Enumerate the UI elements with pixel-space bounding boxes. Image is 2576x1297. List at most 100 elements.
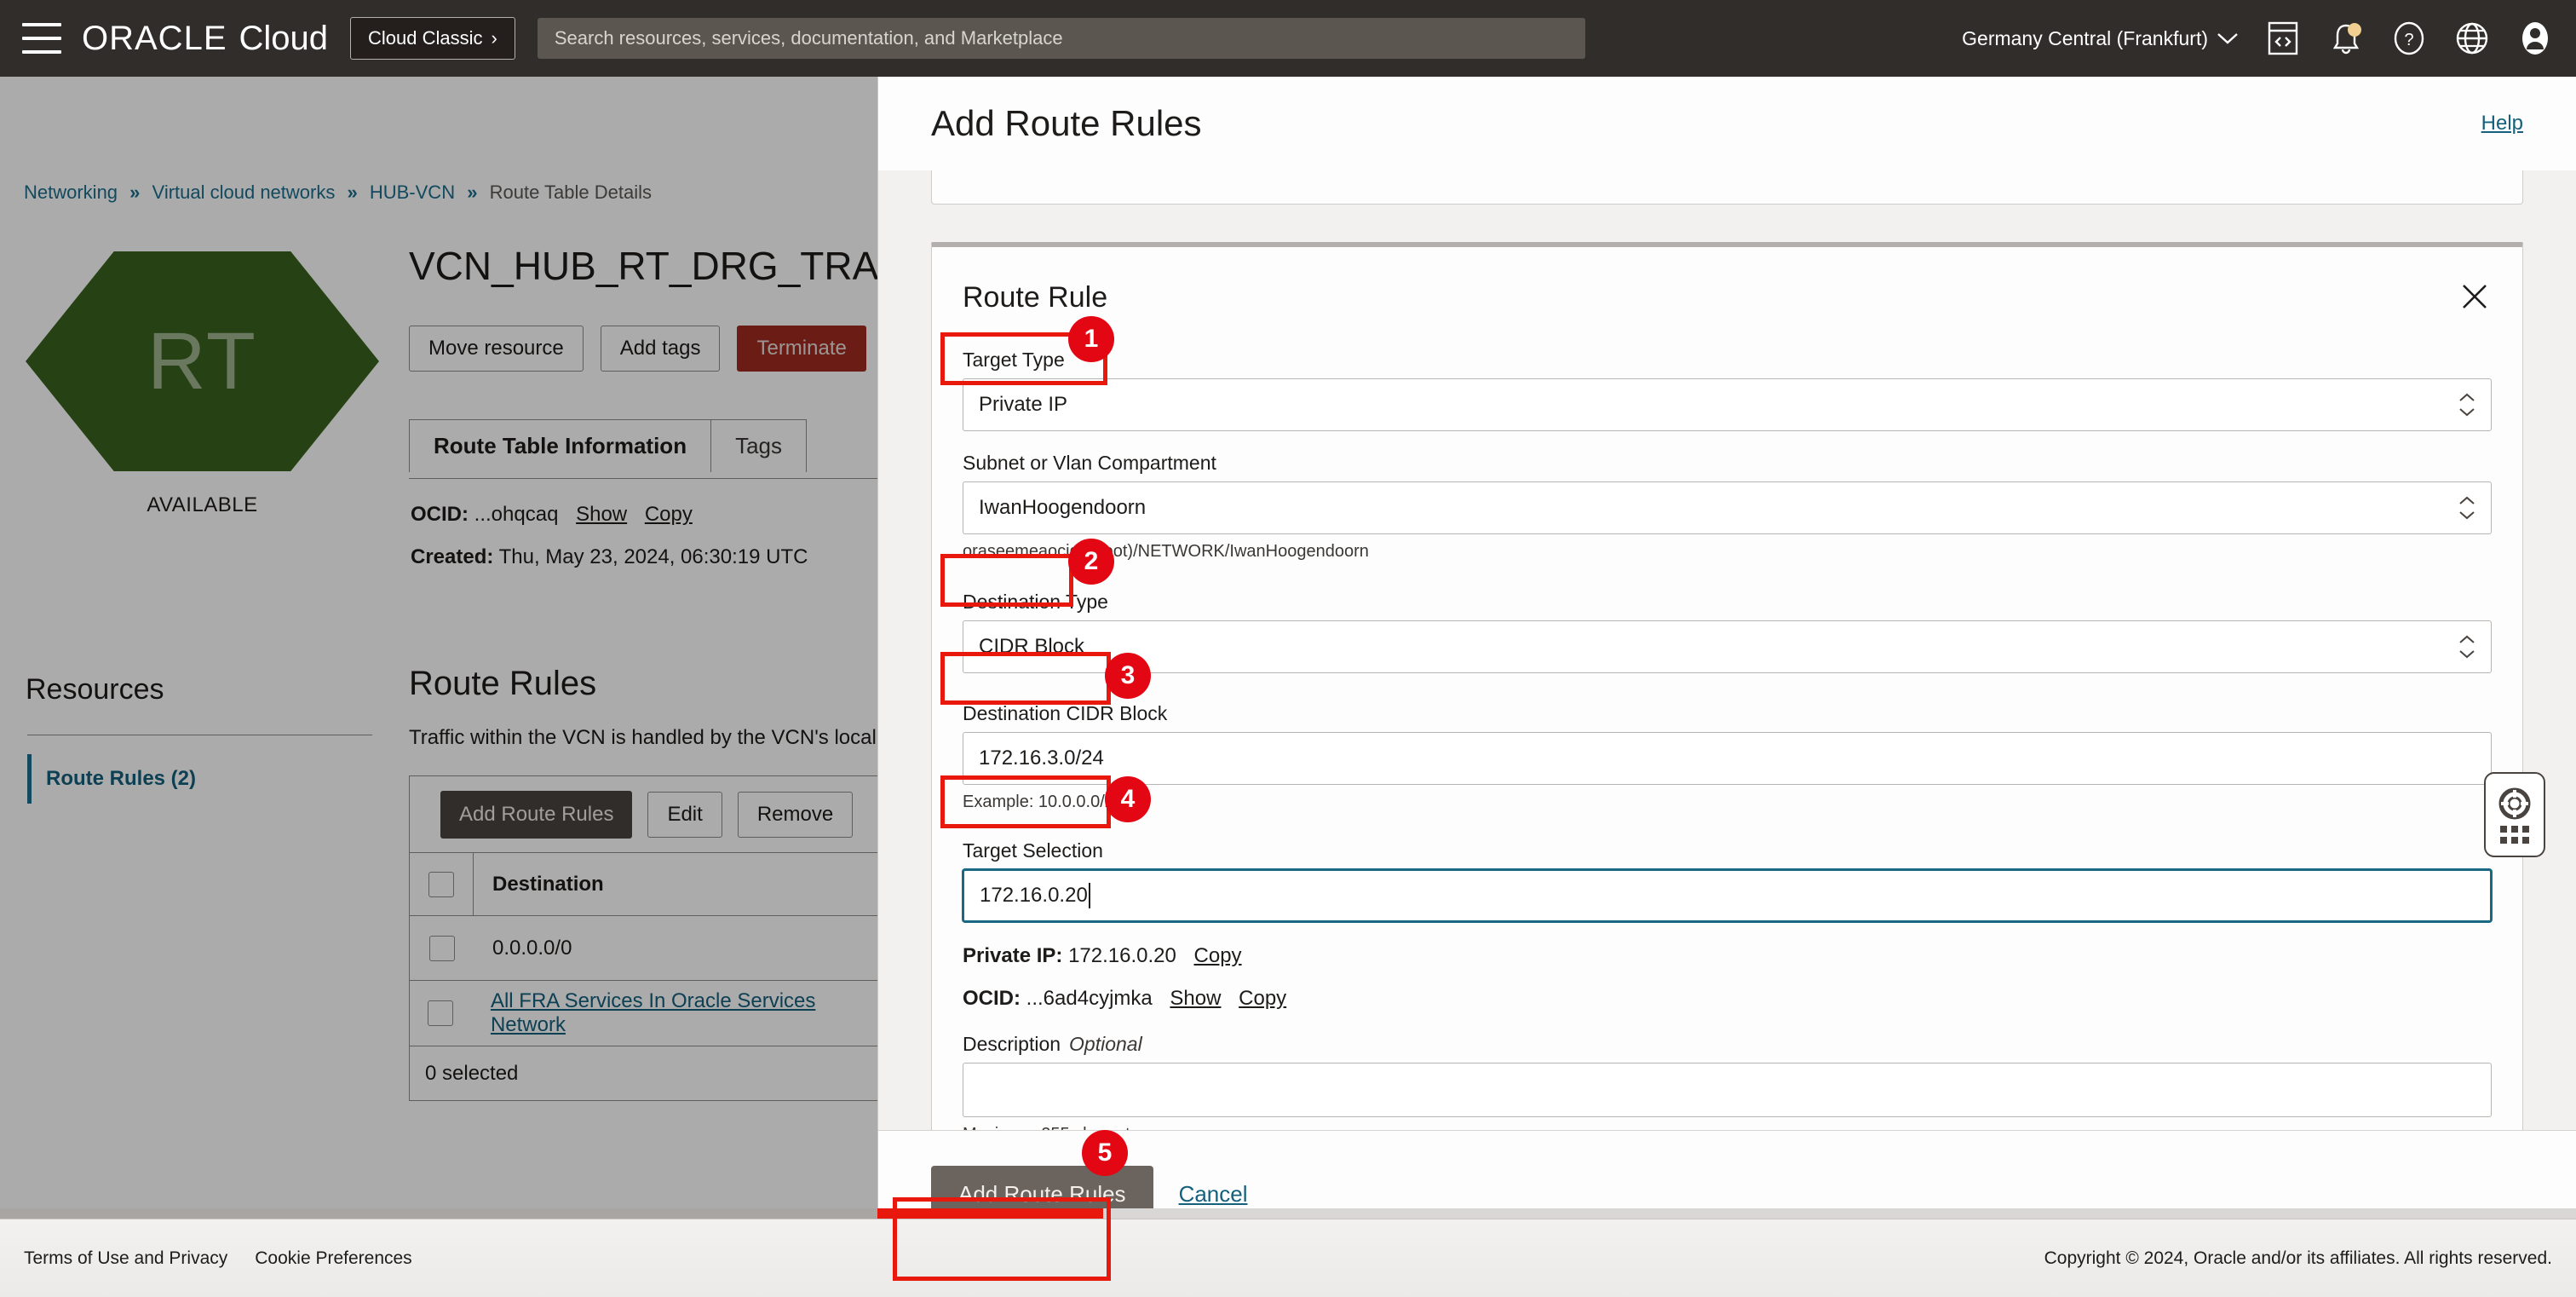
private-ip-value: 172.16.0.20 xyxy=(1068,944,1176,967)
private-ip-label: Private IP: xyxy=(963,944,1063,967)
cell-destination: 0.0.0.0/0 xyxy=(492,936,572,960)
created-value: Thu, May 23, 2024, 06:30:19 UTC xyxy=(498,545,808,568)
region-label: Germany Central (Frankfurt) xyxy=(1962,26,2208,49)
route-rules-table: Destination 0.0.0.0/0 All FRA Services I… xyxy=(409,852,886,1046)
destination-link[interactable]: All FRA Services In Oracle Services Netw… xyxy=(491,989,815,1036)
breadcrumb-item-networking[interactable]: Networking xyxy=(24,182,118,203)
close-icon[interactable] xyxy=(2458,280,2492,314)
cloud-classic-label: Cloud Classic xyxy=(368,27,483,49)
label-compartment: Subnet or Vlan Compartment xyxy=(963,452,1216,474)
page-title: VCN_HUB_RT_DRG_TRAN xyxy=(409,244,907,288)
edit-button[interactable]: Edit xyxy=(647,791,722,838)
add-tags-button[interactable]: Add tags xyxy=(600,326,721,372)
breadcrumb-item-hub-vcn[interactable]: HUB-VCN xyxy=(370,182,455,203)
scrollbar-thumb[interactable] xyxy=(877,1208,1103,1219)
column-header-destination: Destination xyxy=(492,872,604,896)
description-label-text: Description xyxy=(963,1033,1061,1055)
sidebar-heading: Resources xyxy=(26,673,164,706)
code-editor-icon[interactable] xyxy=(2264,20,2302,57)
table-selection-count: 0 selected xyxy=(409,1046,886,1101)
destination-cidr-input[interactable]: 172.16.3.0/24 xyxy=(963,732,2492,785)
stepper-arrows-icon xyxy=(2458,635,2475,659)
target-ocid-value: ...6ad4cyjmka xyxy=(1026,987,1153,1010)
tab-underline xyxy=(409,478,886,479)
description-input[interactable] xyxy=(963,1063,2492,1117)
field-description: DescriptionOptional Maximum 255 characte… xyxy=(963,1033,2492,1130)
chevron-right-icon: › xyxy=(491,27,497,49)
panel-header: Add Route Rules Help xyxy=(878,77,2576,170)
table-row[interactable]: All FRA Services In Oracle Services Netw… xyxy=(410,981,885,1046)
breadcrumb-item-virtual-cloud-networks[interactable]: Virtual cloud networks xyxy=(152,182,336,203)
target-ocid-row: OCID: ...6ad4cyjmka Show Copy xyxy=(963,987,2492,1011)
tab-tags[interactable]: Tags xyxy=(710,419,807,472)
remove-button[interactable]: Remove xyxy=(737,791,854,838)
select-all-checkbox[interactable] xyxy=(428,871,454,897)
sidebar-item-route-rules[interactable]: Route Rules (2) xyxy=(27,754,368,804)
select-all-checkbox-cell xyxy=(410,853,474,915)
notifications-bell-icon[interactable] xyxy=(2327,20,2365,57)
destination-type-select[interactable]: CIDR Block xyxy=(963,620,2492,673)
cookie-preferences-link[interactable]: Cookie Preferences xyxy=(255,1248,411,1269)
panel-help-link[interactable]: Help xyxy=(2481,112,2523,135)
target-ocid-copy-link[interactable]: Copy xyxy=(1239,987,1286,1010)
field-compartment: Subnet or Vlan Compartment IwanHoogendoo… xyxy=(963,452,2492,562)
route-rules-description: Traffic within the VCN is handled by the… xyxy=(409,726,912,749)
ocid-value: ...ohqcaq xyxy=(474,503,559,526)
oracle-cloud-logo[interactable]: ORACLE Cloud xyxy=(82,20,328,58)
cloud-classic-button[interactable]: Cloud Classic › xyxy=(350,17,515,60)
row-checkbox-cell xyxy=(410,1000,472,1026)
target-selection-input[interactable]: 172.16.0.20 xyxy=(963,869,2492,922)
hamburger-menu-icon[interactable] xyxy=(22,23,61,54)
cloud-wordmark: Cloud xyxy=(239,19,329,57)
terms-of-use-link[interactable]: Terms of Use and Privacy xyxy=(24,1248,227,1269)
move-resource-button[interactable]: Move resource xyxy=(409,326,584,372)
cell-destination: All FRA Services In Oracle Services Netw… xyxy=(472,989,885,1037)
compartment-select[interactable]: IwanHoogendoorn xyxy=(963,481,2492,534)
add-route-rules-panel: Add Route Rules Help Route Rule Target T… xyxy=(877,77,2576,1258)
ocid-label: OCID: xyxy=(411,503,469,526)
tab-route-table-information[interactable]: Route Table Information xyxy=(409,419,711,472)
status-badge: AVAILABLE xyxy=(147,493,258,516)
route-rule-card: Route Rule Target Type Private IP Subnet… xyxy=(931,242,2523,1130)
target-ocid-label: OCID: xyxy=(963,987,1021,1010)
top-navigation-bar: ORACLE Cloud Cloud Classic › Search reso… xyxy=(0,0,2576,77)
user-avatar-icon[interactable] xyxy=(2516,20,2554,57)
ocid-show-link[interactable]: Show xyxy=(576,503,627,526)
route-rules-toolbar: Add Route Rules Edit Remove xyxy=(409,775,886,852)
field-target-selection: Target Selection 172.16.0.20 xyxy=(963,839,2492,922)
table-row[interactable]: 0.0.0.0/0 xyxy=(410,916,885,981)
destination-cidr-hint: Example: 10.0.0.0/24 xyxy=(963,793,1124,811)
row-checkbox[interactable] xyxy=(428,1000,454,1026)
label-description: Description Optional xyxy=(963,1033,2492,1056)
language-globe-icon[interactable] xyxy=(2453,20,2491,57)
terminate-button[interactable]: Terminate xyxy=(737,326,866,372)
row-checkbox[interactable] xyxy=(428,935,455,961)
drag-dots-icon xyxy=(2500,825,2529,844)
support-widget[interactable] xyxy=(2484,772,2545,857)
oracle-wordmark: ORACLE xyxy=(82,19,227,57)
cancel-link[interactable]: Cancel xyxy=(1179,1181,1248,1208)
add-route-rules-button[interactable]: Add Route Rules xyxy=(440,790,633,839)
help-question-icon[interactable]: ? xyxy=(2390,20,2428,57)
created-row: Created: Thu, May 23, 2024, 06:30:19 UTC xyxy=(411,545,808,569)
panel-body: Route Rule Target Type Private IP Subnet… xyxy=(878,170,2576,1130)
horizontal-scrollbar[interactable] xyxy=(0,1208,2576,1219)
global-search-input[interactable]: Search resources, services, documentatio… xyxy=(537,18,1585,59)
label-target-selection: Target Selection xyxy=(963,839,1103,862)
svg-text:?: ? xyxy=(2404,31,2413,49)
page-footer: Terms of Use and Privacy Cookie Preferen… xyxy=(0,1219,2576,1297)
chevron-down-icon xyxy=(2217,33,2238,44)
resource-hexagon-icon: RT xyxy=(26,251,379,471)
row-checkbox-cell xyxy=(410,935,474,961)
target-ocid-show-link[interactable]: Show xyxy=(1170,987,1221,1010)
field-target-type: Target Type Private IP xyxy=(963,349,2492,431)
panel-scroll-region[interactable]: Route Rule Target Type Private IP Subnet… xyxy=(878,170,2576,1130)
breadcrumb-separator: » xyxy=(129,182,141,203)
private-ip-copy-link[interactable]: Copy xyxy=(1194,944,1242,967)
text-cursor xyxy=(1088,883,1090,908)
target-type-select[interactable]: Private IP xyxy=(963,378,2492,431)
scrollbar-track-left xyxy=(0,1208,877,1219)
ocid-copy-link[interactable]: Copy xyxy=(645,503,693,526)
resource-badge: RT AVAILABLE xyxy=(26,251,379,517)
region-selector[interactable]: Germany Central (Frankfurt) xyxy=(1962,27,2239,50)
